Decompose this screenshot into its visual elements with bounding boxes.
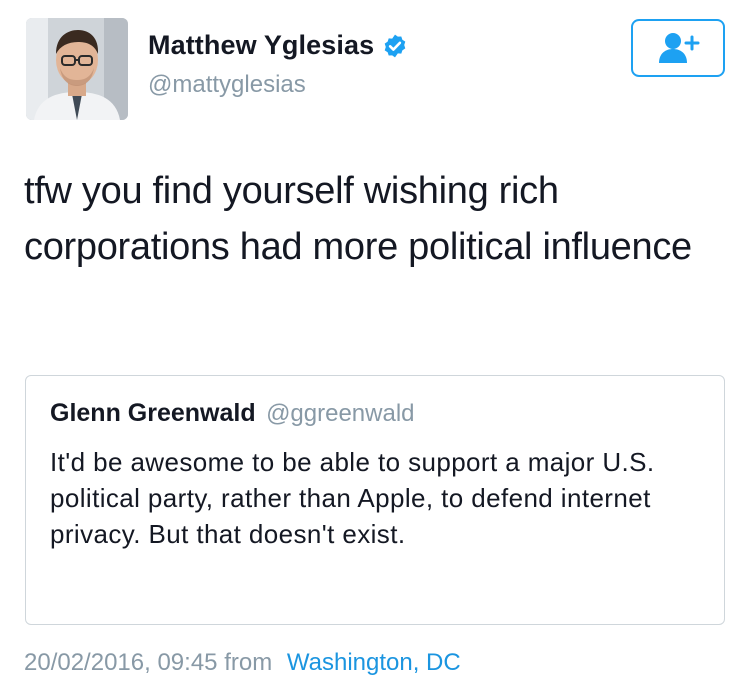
tweet-meta: 20/02/2016, 09:45 from Washington, DC [24, 649, 461, 677]
tweet-text: tfw you find yourself wishing rich corpo… [24, 170, 692, 268]
quoted-author-handle: @ggreenwald [266, 400, 415, 427]
follow-button[interactable] [631, 19, 725, 77]
add-user-icon [659, 33, 700, 63]
verified-badge-icon [382, 33, 408, 59]
avatar[interactable] [26, 18, 128, 120]
location-link[interactable]: Washington, DC [287, 649, 461, 676]
from-label: from [224, 649, 273, 676]
author-name-row: Matthew Yglesias [148, 30, 408, 61]
author-name[interactable]: Matthew Yglesias [148, 30, 374, 61]
quoted-tweet-header: Glenn Greenwald @ggreenwald [50, 399, 415, 428]
quoted-tweet-card[interactable]: Glenn Greenwald @ggreenwald It'd be awes… [25, 375, 725, 625]
quoted-tweet-text: It'd be awesome to be able to support a … [50, 447, 655, 549]
author-handle[interactable]: @mattyglesias [148, 71, 306, 99]
avatar-photo [26, 18, 128, 120]
quoted-author-name: Glenn Greenwald [50, 399, 256, 427]
tweet-timestamp[interactable]: 20/02/2016, 09:45 [24, 649, 218, 676]
